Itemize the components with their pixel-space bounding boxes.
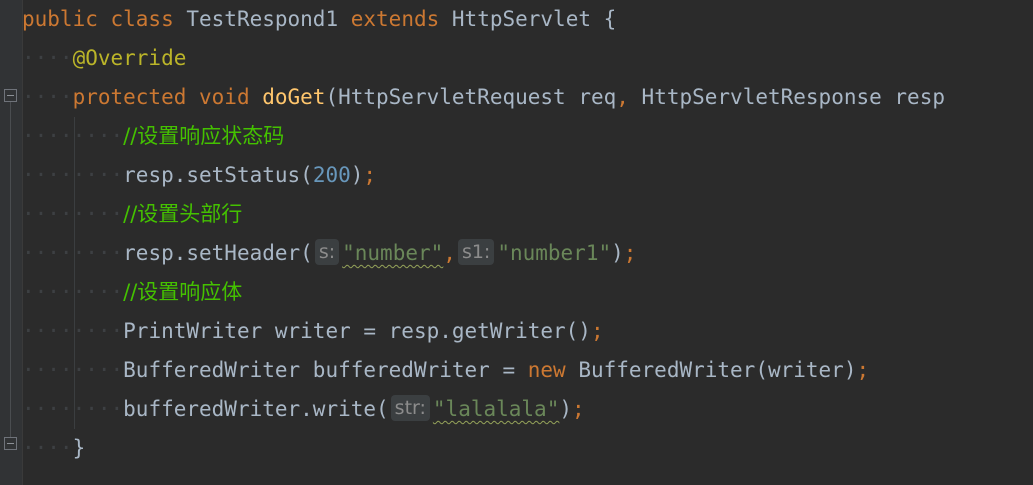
code-editor[interactable]: public class TestRespond1 extends HttpSe… [0,0,1033,485]
whitespace-marker: ···· [22,436,73,460]
code-token: ) [350,163,364,187]
whitespace-marker: ········ [22,241,124,265]
indent-guide [74,312,75,351]
whitespace-marker: ········ [22,202,124,226]
indent-guide [74,156,75,195]
whitespace-marker: ········ [22,358,124,382]
code-comment: //设置响应体 [123,280,243,304]
whitespace-marker: ········ [22,397,124,421]
parameter-hint: s1: [457,239,495,265]
fold-collapse-icon[interactable] [4,89,17,102]
code-token: resp.setHeader( [123,241,313,265]
code-token: bufferedWriter.write( [123,397,389,421]
parameter-hint: str: [390,395,430,421]
punctuation-token: ; [572,397,585,421]
punctuation-token: , [443,241,456,265]
whitespace-marker: ···· [22,85,73,109]
code-token: ) [611,241,624,265]
method-name-token: doGet [262,85,326,109]
code-token: BufferedWriter(writer) [578,358,857,382]
code-line[interactable]: ········bufferedWriter.write(str: "lalala… [22,390,1033,429]
code-comment: //设置头部行 [123,202,243,226]
fold-end-icon[interactable] [4,437,17,450]
code-token: HttpServlet { [451,7,617,31]
string-literal: "lalalala" [432,397,560,421]
code-token: (HttpServletRequest req [325,85,617,109]
indent-guide [74,195,75,234]
code-token: resp.setStatus( [123,163,313,187]
punctuation-token: , [616,85,642,109]
indent-guide [74,117,75,156]
keyword-token: extends [350,7,452,31]
indent-guide [74,351,75,390]
code-line[interactable]: ········BufferedWriter bufferedWriter = … [22,351,1033,390]
punctuation-token: ; [623,241,637,265]
code-line[interactable]: ········PrintWriter writer = resp.getWri… [22,312,1033,351]
code-token: HttpServletResponse resp [641,85,945,109]
editor-gutter [0,0,23,485]
whitespace-marker: ········ [22,163,124,187]
fold-range-line [10,102,11,437]
code-comment: //设置响应状态码 [123,124,285,148]
string-literal: "number1" [497,241,612,265]
indent-guide [74,273,75,312]
code-line[interactable]: public class TestRespond1 extends HttpSe… [22,0,1033,39]
code-line[interactable]: ········resp.setHeader(s: "number", s1: "nu… [22,234,1033,273]
keyword-token: protected void [72,85,263,109]
code-area[interactable]: public class TestRespond1 extends HttpSe… [22,0,1033,485]
code-line[interactable]: ····protected void doGet(HttpServletRequ… [22,78,1033,117]
whitespace-marker: ········ [22,124,124,148]
code-line[interactable]: ····} [22,429,1033,468]
code-token: PrintWriter writer = resp.getWriter() [123,319,591,343]
code-token: BufferedWriter bufferedWriter = [123,358,528,382]
keyword-token: new [527,358,579,382]
indent-guide [74,234,75,273]
string-literal: "number" [342,241,444,265]
code-token: TestRespond1 [186,7,351,31]
code-line[interactable]: ········//设置响应状态码 [22,117,1033,156]
code-line[interactable]: ········//设置响应体 [22,273,1033,312]
keyword-token: public class [22,7,187,31]
code-token: ) [559,397,572,421]
annotation-token: @Override [72,46,187,70]
number-literal: 200 [312,163,351,187]
code-line[interactable]: ········//设置头部行 [22,195,1033,234]
punctuation-token: ; [363,163,377,187]
code-line[interactable]: ····@Override [22,39,1033,78]
code-token: } [72,436,86,460]
punctuation-token: ; [590,319,604,343]
code-line[interactable]: ········resp.setStatus(200); [22,156,1033,195]
whitespace-marker: ···· [22,46,73,70]
punctuation-token: ; [856,358,870,382]
indent-guide [74,390,75,429]
parameter-hint: s: [314,239,340,265]
whitespace-marker: ········ [22,280,124,304]
whitespace-marker: ········ [22,319,124,343]
